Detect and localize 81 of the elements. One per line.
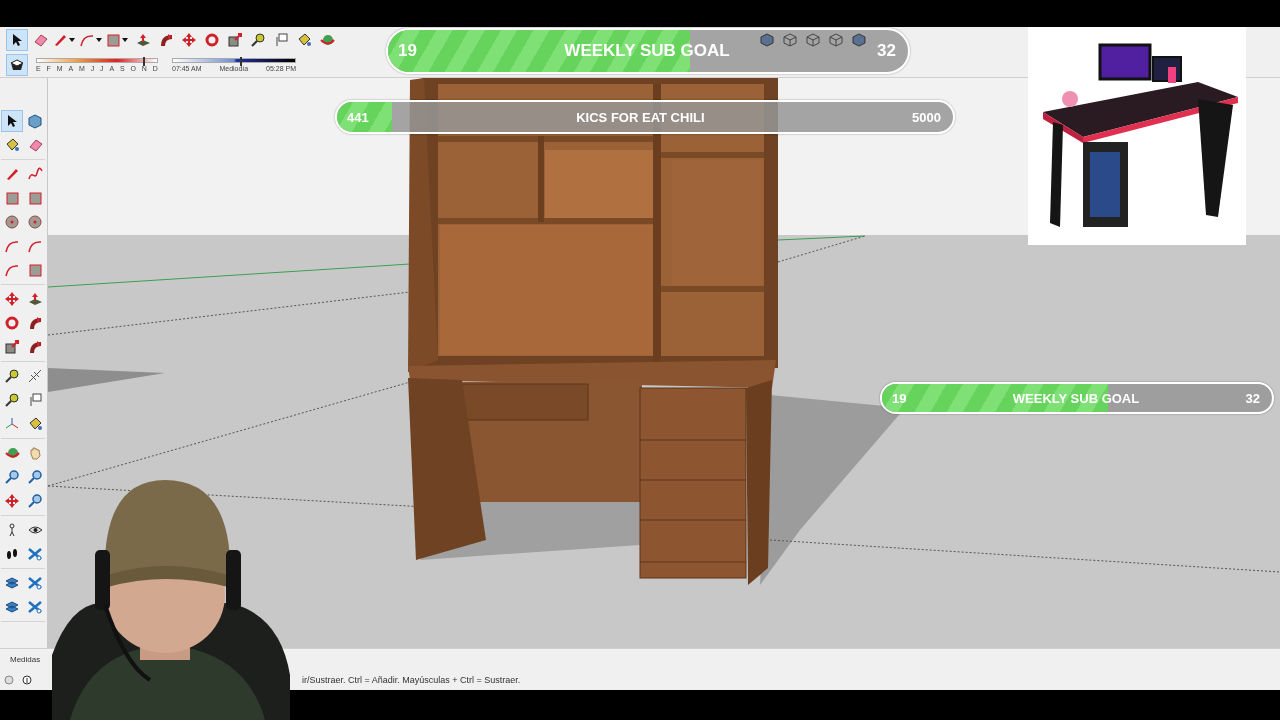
cube-icon	[852, 33, 866, 47]
push-pull-icon	[27, 292, 43, 306]
text-label-icon	[28, 393, 42, 407]
wireframe-cube-icon	[806, 33, 820, 47]
follow-me-icon	[28, 316, 42, 330]
circle-icon	[28, 215, 42, 229]
goal-target-count: 5000	[912, 109, 941, 125]
paint-bucket-icon	[296, 33, 312, 47]
caret-icon	[96, 38, 102, 42]
paint-bucket-icon	[27, 417, 43, 431]
wireframe-cube-icon	[829, 33, 843, 47]
month-slider[interactable]	[36, 57, 158, 63]
goal-current-count: 441	[347, 109, 369, 125]
arc-icon	[5, 263, 19, 277]
follow-me-icon	[159, 33, 173, 47]
freehand-curve-icon	[27, 167, 43, 181]
scale-icon	[228, 33, 242, 47]
slider-thumb[interactable]	[240, 56, 243, 66]
move-arrows-icon	[5, 292, 19, 306]
goal-title: KICS FOR EAT CHILI	[575, 109, 706, 125]
goal-target-count: 32	[877, 41, 896, 61]
slider-thumb[interactable]	[142, 56, 145, 66]
pencil-icon	[53, 33, 67, 47]
dimension-icon	[28, 369, 42, 383]
eraser-icon	[27, 138, 43, 152]
arc-icon	[80, 33, 94, 47]
component-icon	[27, 113, 43, 129]
caret-icon	[69, 38, 75, 42]
section-plane-icon	[28, 600, 42, 614]
arrow-cursor-icon	[7, 114, 17, 128]
move-arrows-icon	[182, 33, 196, 47]
axes-icon	[5, 417, 19, 431]
rotate-icon	[5, 316, 19, 330]
goal-current-count: 19	[892, 390, 907, 406]
magnifier-icon	[5, 470, 19, 484]
caret-icon	[122, 38, 128, 42]
arc-icon	[28, 239, 42, 253]
footprints-icon	[5, 547, 19, 561]
style-button[interactable]	[6, 54, 28, 76]
wireframe-cube-icon	[783, 33, 797, 47]
push-pull-icon	[135, 33, 151, 47]
layers-icon	[5, 576, 19, 590]
rectangle-icon	[107, 33, 120, 47]
rectangle-icon	[5, 191, 19, 205]
move-arrows-icon	[5, 494, 19, 508]
status-hint: ir/Sustraer. Ctrl = Añadir. Mayúsculas + Ctrl = Sustraer.	[302, 675, 521, 686]
magnifier-icon	[28, 494, 42, 508]
hand-icon	[28, 446, 42, 460]
rotate-icon	[205, 33, 219, 47]
circle-icon	[5, 215, 19, 229]
info-icon	[22, 675, 32, 686]
orbit-icon	[319, 33, 335, 47]
cube-icon	[760, 33, 774, 47]
measurements-label: Medidas	[10, 655, 41, 665]
arrow-cursor-icon	[12, 33, 22, 47]
layers-icon	[5, 600, 19, 614]
scale-icon	[5, 340, 19, 354]
goal-current-count: 19	[398, 41, 417, 61]
arc-icon	[5, 239, 19, 253]
section-plane-icon	[28, 547, 42, 561]
tape-measure-icon	[5, 369, 19, 383]
geo-location-icon	[4, 675, 14, 686]
text-label-icon	[274, 33, 288, 47]
tape-measure-icon	[251, 33, 265, 47]
follow-me-icon	[28, 340, 42, 354]
standing-figure-icon	[7, 523, 17, 537]
goal-target-count: 32	[1245, 390, 1260, 406]
rectangle-icon	[28, 191, 42, 205]
style-cube-icon	[10, 59, 24, 71]
eye-icon	[27, 525, 43, 535]
magnifier-icon	[28, 470, 42, 484]
pencil-icon	[5, 167, 19, 181]
rectangle-icon	[28, 263, 42, 277]
paint-bucket-icon	[4, 138, 20, 152]
section-plane-icon	[28, 576, 42, 590]
orbit-icon	[4, 446, 20, 460]
time-slider[interactable]	[172, 57, 296, 63]
tool-button[interactable]	[1, 110, 23, 132]
tool-button[interactable]	[6, 29, 28, 51]
tape-measure-icon	[5, 393, 19, 407]
eraser-icon	[32, 33, 48, 47]
